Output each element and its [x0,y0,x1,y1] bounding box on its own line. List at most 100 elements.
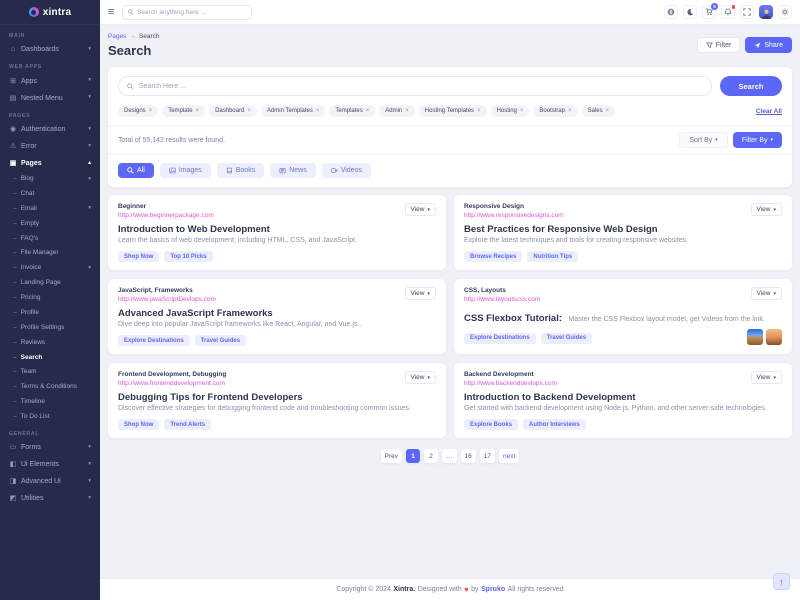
result-badge[interactable]: Explore Destinations [464,333,536,344]
sort-by-button[interactable]: Sort By▾ [679,132,727,148]
share-button[interactable]: Share [745,37,792,53]
sidebar-item[interactable]: – Empty [0,217,100,232]
sidebar-item[interactable]: – Profile Settings [0,321,100,336]
filter-chip[interactable]: Hosting × [491,105,530,117]
app-logo[interactable]: xintra [0,0,100,25]
view-dropdown-button[interactable]: View ▾ [405,203,437,216]
sidebar-item[interactable]: – Landing Page [0,276,100,291]
sidebar-item[interactable]: – Team [0,365,100,380]
header-search-input[interactable] [137,9,246,16]
notifications-icon[interactable] [721,5,735,19]
filter-chip[interactable]: Hosting Templates × [419,105,487,117]
sidebar-item[interactable]: – Email ▾ [0,202,100,217]
result-badge[interactable]: Top 10 Picks [164,251,212,262]
sidebar-item[interactable]: – Profile [0,306,100,321]
hamburger-menu-icon[interactable]: ≡ [108,7,114,18]
chip-close-icon[interactable]: × [247,108,251,114]
chip-close-icon[interactable]: × [520,108,524,114]
result-badge[interactable]: Explore Destinations [118,335,190,346]
sidebar-item[interactable]: ▤ Nested Menu ▾ [0,90,100,107]
pagination-button[interactable]: next [499,449,519,463]
sidebar-item[interactable]: ▭ Forms ▾ [0,439,100,456]
header-search-box[interactable] [122,5,252,20]
filter-chip[interactable]: Sales × [582,105,616,117]
tab-images[interactable]: Images [160,163,211,178]
tab-all[interactable]: All [118,163,154,178]
language-icon[interactable] [664,5,678,19]
dark-mode-icon[interactable] [683,5,697,19]
filter-chip[interactable]: Templates × [329,105,375,117]
result-url[interactable]: http://www.javaScriptDevlops.com [118,296,216,303]
result-badge[interactable]: Travel Guides [195,335,246,346]
pagination-button[interactable]: 16 [461,449,476,463]
chip-close-icon[interactable]: × [196,108,200,114]
filter-chip[interactable]: Bootstrap × [533,105,577,117]
pagination-button[interactable]: 17 [480,449,495,463]
view-dropdown-button[interactable]: View ▾ [751,287,783,300]
sidebar-item[interactable]: ◧ Ui Elements ▾ [0,456,100,473]
result-badge[interactable]: Browse Recipes [464,251,522,262]
chip-close-icon[interactable]: × [405,108,409,114]
pagination-button[interactable]: 1 [406,449,420,463]
view-dropdown-button[interactable]: View ▾ [405,371,437,384]
sidebar-item[interactable]: – Terms & Conditions [0,380,100,395]
chip-close-icon[interactable]: × [366,108,370,114]
user-avatar[interactable] [759,5,773,19]
result-badge[interactable]: Nutrition Tips [527,251,578,262]
tab-videos[interactable]: Videos [322,163,371,178]
chip-close-icon[interactable]: × [568,108,572,114]
pagination-button[interactable]: … [442,449,457,463]
sidebar-item[interactable]: ◩ Utilities ▾ [0,490,100,507]
search-submit-button[interactable]: Search [720,76,782,96]
breadcrumb-parent[interactable]: Pages [108,33,126,40]
chip-close-icon[interactable]: × [149,108,153,114]
result-badge[interactable]: Shop Now [118,419,159,430]
view-dropdown-button[interactable]: View ▾ [751,371,783,384]
thumbnail-image[interactable] [747,329,763,345]
scroll-to-top-button[interactable]: ↑ [773,573,790,590]
fullscreen-icon[interactable] [740,5,754,19]
result-url[interactable]: http://www.frontenddevelopment.com [118,380,226,387]
view-dropdown-button[interactable]: View ▾ [405,287,437,300]
tab-news[interactable]: News [270,163,316,178]
result-url[interactable]: http://www.beginnerpackage.com [118,212,214,219]
main-search-box[interactable] [118,76,712,96]
filter-chip[interactable]: Admin × [379,105,415,117]
cart-icon[interactable]: 5 [702,5,716,19]
sidebar-item[interactable]: ⚠ Error ▾ [0,138,100,155]
sidebar-item[interactable]: – Chat [0,187,100,202]
result-badge[interactable]: Author Interviews [523,419,586,430]
result-url[interactable]: http://www.backenddevlops.com [464,380,557,387]
sidebar-item[interactable]: – Invoice ▾ [0,261,100,276]
tab-books[interactable]: Books [217,163,264,178]
pagination-button[interactable]: Prev [381,449,402,463]
sidebar-item[interactable]: – Pricing [0,291,100,306]
main-search-input[interactable] [139,83,703,90]
view-dropdown-button[interactable]: View ▾ [751,203,783,216]
filter-chip[interactable]: Designs × [118,105,158,117]
filter-by-button[interactable]: Filter By▾ [733,132,782,148]
chip-close-icon[interactable]: × [316,108,320,114]
chip-close-icon[interactable]: × [606,108,610,114]
sidebar-item[interactable]: – Blog ▾ [0,172,100,187]
sidebar-item[interactable]: – Timeline [0,395,100,410]
sidebar-item[interactable]: ◉ Authentication ▾ [0,121,100,138]
pagination-button[interactable]: 2 [424,449,438,463]
sidebar-item[interactable]: ◨ Advanced Ui ▾ [0,473,100,490]
sidebar-item[interactable]: – File Manager [0,246,100,261]
filter-chip[interactable]: Dashboard × [209,105,257,117]
settings-icon[interactable] [778,5,792,19]
result-url[interactable]: http://www.layoutscss.com [464,296,540,303]
sidebar-item[interactable]: ⊞ Apps ▾ [0,73,100,90]
result-badge[interactable]: Explore Books [464,419,518,430]
filter-chip[interactable]: Template × [162,105,205,117]
clear-all-link[interactable]: Clear All [756,108,782,115]
footer-studio-link[interactable]: Spruko [481,586,505,593]
sidebar-item[interactable]: – Search [0,350,100,365]
sidebar-item[interactable]: ▣ Pages ▴ [0,155,100,172]
thumbnail-image[interactable] [766,329,782,345]
result-badge[interactable]: Shop Now [118,251,159,262]
sidebar-item[interactable]: – Reviews [0,336,100,351]
sidebar-item[interactable]: – FAQ's [0,231,100,246]
sidebar-item[interactable]: – To Do List [0,410,100,425]
